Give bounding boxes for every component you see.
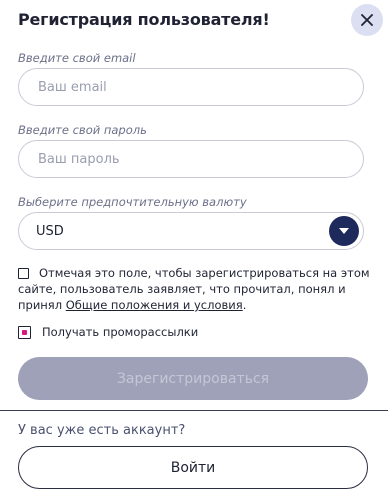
email-field-wrapper	[18, 68, 364, 106]
promo-option: Получать проморассылки	[18, 325, 198, 339]
password-field-wrapper	[18, 140, 364, 178]
terms-block: Отмечая это поле, чтобы зарегистрировать…	[18, 265, 370, 313]
have-account-text: У вас уже есть аккаунт?	[18, 423, 186, 438]
close-icon	[361, 14, 373, 26]
email-field[interactable]	[36, 78, 340, 96]
promo-label: Получать проморассылки	[42, 325, 199, 339]
currency-label: Выберите предпочтительную валюту	[18, 195, 247, 209]
terms-checkbox[interactable]	[18, 268, 29, 279]
promo-checkbox[interactable]	[18, 325, 31, 339]
modal-title: Регистрация пользователя!	[18, 10, 270, 29]
password-field[interactable]	[36, 150, 340, 168]
terms-link[interactable]: Общие положения и условия	[66, 298, 243, 312]
close-button[interactable]	[351, 4, 383, 36]
register-button[interactable]: Зарегистрироваться	[18, 357, 368, 400]
checkbox-mark	[22, 329, 27, 335]
terms-suffix: .	[242, 298, 247, 312]
currency-dropdown-button[interactable]	[329, 216, 359, 246]
email-label: Введите свой email	[18, 51, 136, 65]
currency-selected-value: USD	[36, 223, 64, 239]
password-label: Введите свой пароль	[18, 123, 147, 137]
login-button[interactable]: Войти	[18, 446, 368, 489]
divider	[0, 410, 388, 411]
chevron-down-icon	[339, 228, 349, 234]
currency-select[interactable]: USD	[18, 212, 364, 250]
